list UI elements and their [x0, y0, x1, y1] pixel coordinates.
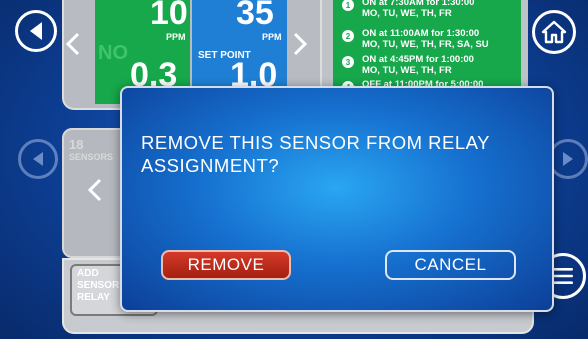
previous-sensor-button[interactable]: [87, 176, 102, 210]
next-page-button[interactable]: [548, 139, 588, 179]
sensor-count: 18: [69, 137, 84, 152]
chevron-left-icon: [65, 32, 80, 56]
home-button[interactable]: [532, 10, 576, 54]
chevron-right-icon: [563, 152, 573, 166]
schedule-item[interactable]: 2 ON at 11:00AM for 1:30:00 MO, TU, WE, T…: [342, 28, 489, 50]
reading-unit: PPM: [262, 32, 282, 42]
chevron-left-icon: [87, 178, 102, 202]
reading-value: 10: [150, 0, 188, 32]
menu-icon: [553, 268, 573, 284]
schedule-time: ON at 4:45PM for 1:00:00: [362, 54, 474, 65]
schedule-time: ON at 7:30AM for 1:30:00: [362, 0, 475, 8]
schedule-number: 2: [342, 30, 354, 42]
schedule-number: 1: [342, 0, 354, 11]
cancel-button[interactable]: CANCEL: [385, 250, 516, 280]
schedule-time: ON at 11:00AM for 1:30:00: [362, 28, 480, 39]
dialog-message: REMOVE THIS SENSOR FROM RELAY ASSIGNMENT…: [141, 132, 490, 176]
chevron-left-icon: [30, 22, 42, 40]
faded-label: NO: [98, 42, 128, 64]
home-icon: [541, 20, 567, 44]
schedule-days: MO, TU, WE, TH, FR, SA, SU: [362, 39, 489, 50]
schedule-days: MO, TU, WE, TH, FR: [362, 65, 452, 76]
schedule-item[interactable]: 1 ON at 7:30AM for 1:30:00 MO, TU, WE, TH…: [342, 0, 474, 19]
schedule-number: 3: [342, 56, 354, 68]
previous-reading-button[interactable]: [65, 30, 80, 64]
chevron-right-icon: [293, 32, 308, 56]
chevron-left-icon: [33, 152, 43, 166]
sensor-count-label: SENSORS: [69, 152, 114, 162]
reading-value: 35: [236, 0, 274, 32]
previous-page-button[interactable]: [18, 139, 58, 179]
back-button[interactable]: [15, 10, 57, 52]
reading-unit: PPM: [166, 32, 186, 42]
schedule-days: MO, TU, WE, TH, FR: [362, 8, 452, 19]
remove-button[interactable]: REMOVE: [161, 250, 291, 280]
schedule-item[interactable]: 3 ON at 4:45PM for 1:00:00 MO, TU, WE, TH…: [342, 54, 474, 76]
next-reading-button[interactable]: [293, 30, 308, 64]
